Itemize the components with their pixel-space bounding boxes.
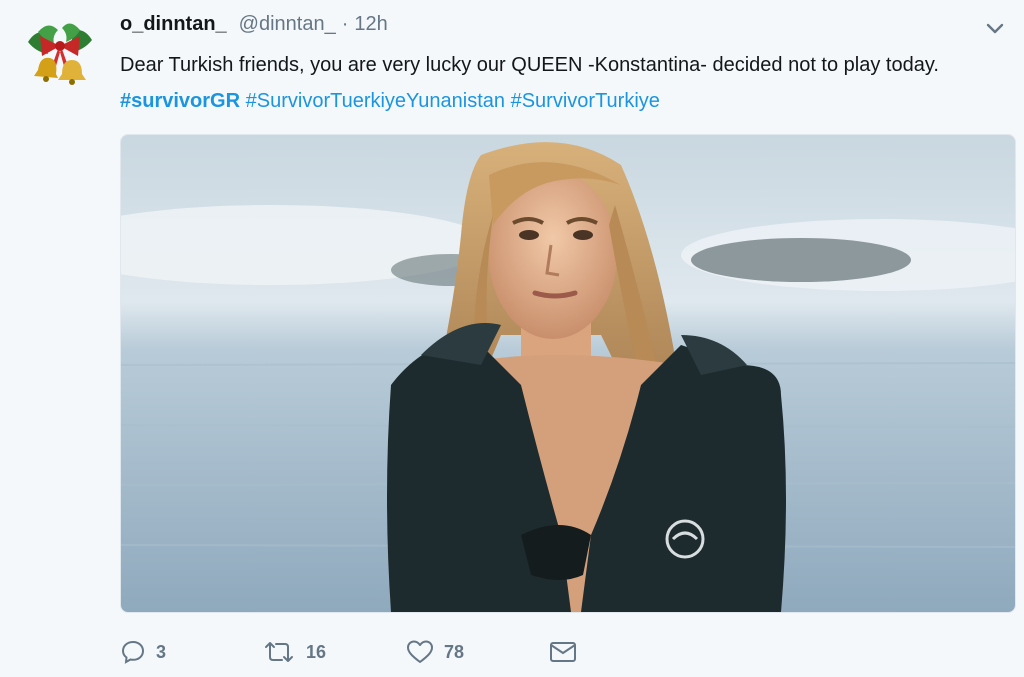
username-handle[interactable]: @dinntan_: [239, 13, 336, 36]
heart-icon: [407, 640, 433, 663]
direct-message-button[interactable]: [548, 639, 578, 665]
more-options-button[interactable]: [982, 16, 1008, 42]
tweet-photo[interactable]: [120, 134, 1016, 613]
display-name[interactable]: o_dinntan_: [120, 13, 227, 36]
like-count: 78: [444, 641, 465, 662]
avatar[interactable]: [18, 14, 102, 98]
tweet-card[interactable]: o_dinntan_ @dinntan_ · 12h Dear Turkish …: [0, 0, 1024, 677]
chevron-down-icon: [986, 23, 1004, 34]
timestamp[interactable]: 12h: [354, 13, 387, 36]
tweet-actions: 3 16 78: [120, 632, 578, 672]
like-button[interactable]: 78: [406, 639, 548, 665]
reply-count: 3: [156, 641, 167, 662]
retweet-button[interactable]: 16: [262, 639, 406, 665]
hashtag-link[interactable]: #SurvivorTuerkiyeYunanistan: [246, 90, 505, 112]
retweet-count: 16: [306, 641, 327, 662]
separator-dot: ·: [341, 13, 349, 35]
reply-icon: [121, 640, 145, 664]
tweet-text: Dear Turkish friends, you are very lucky…: [120, 47, 1015, 119]
photo-woman-in-sea: [121, 135, 1015, 612]
tweet-body: Dear Turkish friends, you are very lucky…: [120, 54, 939, 76]
reply-button[interactable]: 3: [120, 639, 262, 665]
hashtag-link[interactable]: #SurvivorTurkiye: [511, 90, 660, 112]
christmas-bells-icon: [28, 23, 92, 85]
retweet-icon: [265, 642, 293, 662]
envelope-icon: [550, 642, 576, 662]
tweet-header: o_dinntan_ @dinntan_ · 12h: [120, 13, 388, 43]
hashtag-link[interactable]: #survivorGR: [120, 90, 240, 112]
